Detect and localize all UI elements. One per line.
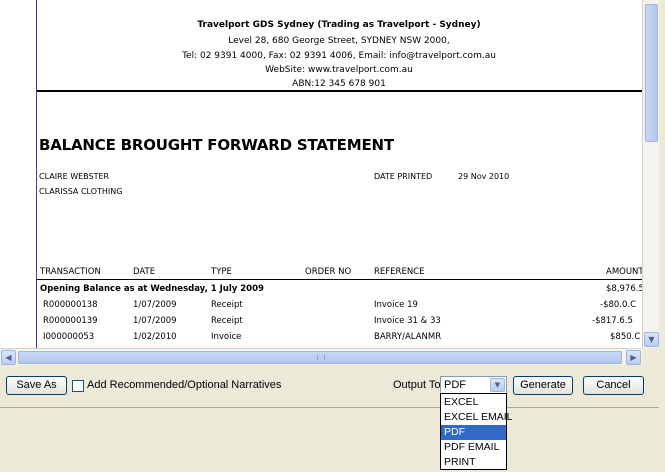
company-abn: ABN:12 345 678 901 — [292, 79, 386, 89]
cell-amount: $850.C — [610, 332, 641, 342]
generate-button[interactable]: Generate — [513, 376, 573, 395]
output-to-label: Output To: — [393, 379, 444, 391]
statement-title: BALANCE BROUGHT FORWARD STATEMENT — [39, 136, 394, 154]
opening-balance-label: Opening Balance as at Wednesday, 1 July … — [40, 284, 264, 294]
company-website: WebSite: www.travelport.com.au — [265, 65, 413, 75]
horizontal-scroll-thumb[interactable] — [18, 351, 622, 364]
cell-type: Receipt — [211, 300, 243, 310]
opening-balance-row: Opening Balance as at Wednesday, 1 July … — [0, 284, 642, 301]
cell-reference: BARRY/ALANMR — [374, 332, 442, 342]
report-preview-window: Travelport GDS Sydney (Trading as Travel… — [0, 0, 665, 472]
table-header-divider — [37, 279, 642, 280]
cell-amount: -$80.0.C — [600, 300, 637, 310]
cell-reference: Invoice 31 & 33 — [374, 316, 441, 326]
horizontal-scrollbar[interactable]: ◀ ▶ — [0, 348, 642, 365]
narratives-checkbox[interactable] — [72, 380, 84, 392]
company-contact: Tel: 02 9391 4000, Fax: 02 9391 4006, Em… — [182, 51, 496, 61]
col-header-date: DATE — [133, 267, 156, 277]
scroll-down-icon[interactable]: ▼ — [644, 332, 659, 347]
cell-reference: Invoice 19 — [374, 300, 418, 310]
cell-date: 1/07/2009 — [133, 316, 177, 326]
scroll-left-icon[interactable]: ◀ — [1, 350, 16, 365]
table-row: I000000053 1/02/2010 Invoice BARRY/ALANM… — [0, 332, 642, 348]
output-option-pdf-email[interactable]: PDF EMAIL — [441, 440, 506, 455]
grip-icon — [317, 355, 325, 360]
customer-name: CLAIRE WEBSTER — [39, 172, 110, 181]
col-header-reference: REFERENCE — [374, 267, 425, 277]
cell-transaction: I000000053 — [43, 332, 95, 342]
output-select-value: PDF — [444, 379, 466, 391]
scrollbar-corner — [642, 348, 659, 365]
cell-type: Receipt — [211, 316, 243, 326]
chevron-down-icon[interactable]: ▼ — [490, 378, 505, 392]
customer-company: CLARISSA CLOTHING — [39, 187, 123, 196]
col-header-order-no: ORDER NO — [305, 267, 352, 277]
col-header-transaction: TRANSACTION — [40, 267, 101, 277]
opening-balance-amount: $8,976.5 — [606, 284, 642, 294]
vertical-scroll-thumb[interactable] — [645, 4, 658, 142]
company-address: Level 28, 680 George Street, SYDNEY NSW … — [228, 36, 450, 46]
date-printed-label: DATE PRINTED — [374, 172, 433, 181]
output-select[interactable]: PDF ▼ — [440, 376, 507, 394]
table-header-row: TRANSACTION DATE TYPE ORDER NO REFERENCE… — [0, 267, 642, 284]
output-dropdown-list[interactable]: EXCEL EXCEL EMAIL PDF PDF EMAIL PRINT — [440, 393, 512, 470]
cell-amount: -$817.6.5 — [592, 316, 633, 326]
output-option-excel-email[interactable]: EXCEL EMAIL — [441, 410, 512, 425]
company-name: Travelport GDS Sydney (Trading as Travel… — [197, 20, 481, 30]
date-printed-value: 29 Nov 2010 — [458, 172, 510, 181]
output-option-print[interactable]: PRINT — [441, 455, 506, 470]
output-option-excel[interactable]: EXCEL — [441, 395, 506, 410]
save-as-button[interactable]: Save As — [6, 376, 67, 395]
table-row: R000000138 1/07/2009 Receipt Invoice 19 … — [0, 300, 642, 317]
cell-date: 1/07/2009 — [133, 300, 177, 310]
cell-type: Invoice — [211, 332, 242, 342]
vertical-scrollbar[interactable]: ▼ — [642, 0, 659, 348]
cell-transaction: R000000139 — [43, 316, 98, 326]
document-viewport[interactable]: Travelport GDS Sydney (Trading as Travel… — [0, 0, 642, 348]
col-header-amount: AMOUNT — [606, 267, 642, 277]
report-toolbar: Save As Add Recommended/Optional Narrati… — [0, 366, 659, 408]
scroll-right-icon[interactable]: ▶ — [626, 350, 641, 365]
narratives-checkbox-label[interactable]: Add Recommended/Optional Narratives — [87, 379, 281, 391]
window-edge — [659, 0, 665, 472]
cell-date: 1/02/2010 — [133, 332, 177, 342]
col-header-type: TYPE — [211, 267, 232, 277]
table-row: R000000139 1/07/2009 Receipt Invoice 31 … — [0, 316, 642, 333]
output-option-pdf[interactable]: PDF — [441, 425, 506, 440]
cancel-button[interactable]: Cancel — [583, 376, 644, 395]
header-divider — [37, 90, 642, 92]
cell-transaction: R000000138 — [43, 300, 98, 310]
